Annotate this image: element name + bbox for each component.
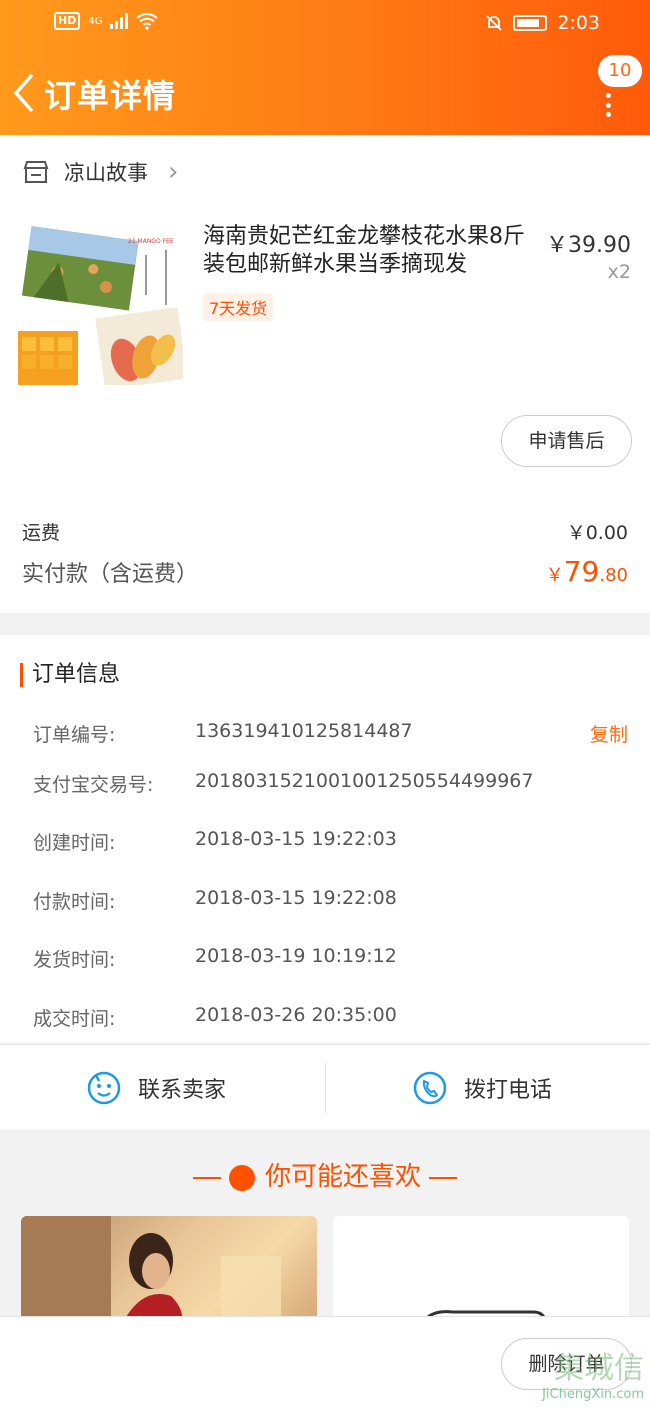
network-type: 4G — [88, 15, 103, 27]
product-price: ￥39.90 — [546, 233, 631, 258]
contact-seller-button[interactable]: 联系卖家 — [86, 1045, 226, 1131]
product-quantity: x2 — [607, 261, 631, 283]
signal-icon — [110, 13, 129, 29]
svg-text:21 MANGO FEE: 21 MANGO FEE — [128, 238, 174, 245]
recommend-item[interactable] — [333, 1216, 629, 1326]
recommend-item-image — [21, 1216, 281, 1326]
product-name[interactable]: 海南贵妃芒红金龙攀枝花水果8斤装包邮新鲜水果当季摘现发 — [203, 223, 528, 279]
chevron-right-icon: › — [168, 157, 179, 187]
paid-amount-row: 实付款（含运费） ￥79.80 — [22, 555, 628, 588]
status-bar: HD 4G 2:03 — [0, 0, 650, 50]
shop-name: 凉山故事 — [64, 161, 148, 185]
hd-indicator: HD — [54, 12, 81, 30]
paid-amount-value: ￥79.80 — [545, 555, 628, 588]
contact-bar: 联系卖家 拨打电话 — [0, 1044, 650, 1130]
wifi-icon — [136, 13, 159, 30]
recommend-item-image — [423, 1310, 547, 1322]
product-thumbnail[interactable]: 21 MANGO FEE — [18, 225, 183, 385]
phone-icon — [413, 1071, 447, 1105]
call-phone-button[interactable]: 拨打电话 — [412, 1045, 552, 1131]
recommend-section: 你可能还喜欢 — [12, 1146, 638, 1326]
shipping-fee-value: ￥0.00 — [566, 522, 628, 544]
mute-bell-icon — [486, 15, 502, 31]
divider — [325, 1063, 326, 1113]
order-number: 136319410125814487 — [195, 720, 413, 742]
chat-smile-icon — [87, 1071, 121, 1105]
heart-icon — [228, 1164, 255, 1191]
watermark-logo: 集城信 JiChengXin.com — [542, 1351, 644, 1402]
back-arrow-icon[interactable] — [10, 71, 40, 115]
bottom-action-bar: 删除订单 集城信 JiChengXin.com — [0, 1316, 650, 1408]
shipping-tag: 7天发货 — [203, 293, 274, 321]
recommend-title: 你可能还喜欢 — [12, 1156, 638, 1193]
status-time: 2:03 — [557, 12, 600, 34]
shop-link[interactable]: 凉山故事 › — [22, 157, 178, 187]
shipping-fee-label: 运费 — [22, 522, 61, 544]
order-info-section: 订单信息 订单编号: 136319410125814487 复制 支付宝交易号:… — [0, 635, 650, 1043]
recommend-item[interactable] — [21, 1216, 317, 1326]
more-menu-icon[interactable] — [606, 93, 612, 117]
paid-amount-label: 实付款（含运费） — [22, 562, 199, 587]
shop-icon — [23, 161, 49, 183]
shipping-fee-row: 运费 ￥0.00 — [22, 518, 628, 545]
page-title: 订单详情 — [44, 77, 177, 115]
section-title: 订单信息 — [20, 663, 120, 687]
after-sale-button[interactable]: 申请售后 — [501, 415, 632, 467]
app-header: HD 4G 2:03 订单详情 10 — [0, 0, 650, 135]
order-item-card: 凉山故事 › 21 MANGO FEE 海南贵妃芒红金龙攀枝花水果8斤装包邮新鲜… — [0, 135, 650, 613]
copy-button[interactable]: 复制 — [590, 720, 628, 747]
message-count-badge[interactable]: 10 — [598, 55, 642, 87]
battery-icon — [513, 15, 548, 31]
